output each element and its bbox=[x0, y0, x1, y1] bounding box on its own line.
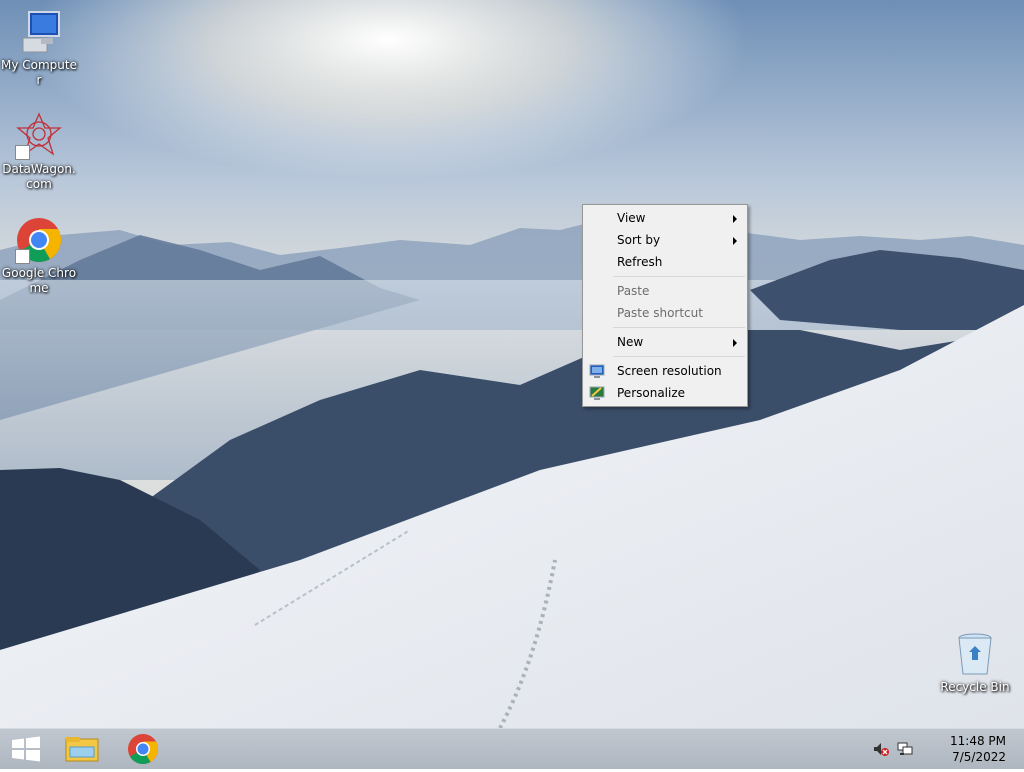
menu-item-personalize[interactable]: Personalize bbox=[583, 382, 747, 404]
clock-time: 11:48 PM bbox=[950, 734, 1006, 748]
menu-item-refresh[interactable]: Refresh bbox=[583, 251, 747, 273]
chrome-icon bbox=[128, 734, 158, 765]
menu-item-screen-resolution[interactable]: Screen resolution bbox=[583, 360, 747, 382]
desktop-icon-my-computer[interactable]: My Computer bbox=[0, 8, 78, 88]
start-button[interactable] bbox=[0, 729, 56, 769]
submenu-arrow-icon bbox=[733, 339, 737, 347]
desktop-context-menu: View Sort by Refresh Paste Paste shortcu… bbox=[582, 204, 748, 407]
shortcut-arrow-icon bbox=[15, 249, 30, 264]
personalize-icon bbox=[589, 385, 605, 401]
wallpaper bbox=[0, 0, 1024, 728]
submenu-arrow-icon bbox=[733, 215, 737, 223]
shortcut-arrow-icon bbox=[15, 145, 30, 160]
desktop-icon-datawagon[interactable]: DataWagon.com bbox=[0, 112, 78, 192]
menu-separator bbox=[613, 327, 745, 328]
volume-muted-icon[interactable] bbox=[872, 741, 890, 757]
menu-item-paste-shortcut: Paste shortcut bbox=[583, 302, 747, 324]
menu-separator bbox=[613, 276, 745, 277]
menu-item-new[interactable]: New bbox=[583, 331, 747, 353]
screen-resolution-icon bbox=[589, 363, 605, 379]
menu-item-label: Paste shortcut bbox=[617, 306, 703, 320]
taskbar-clock[interactable]: 11:48 PM 7/5/2022 bbox=[936, 733, 1006, 765]
menu-item-label: View bbox=[617, 211, 646, 225]
menu-item-sort-by[interactable]: Sort by bbox=[583, 229, 747, 251]
datawagon-icon bbox=[15, 112, 63, 160]
clock-date: 7/5/2022 bbox=[952, 750, 1006, 764]
system-tray bbox=[868, 729, 918, 769]
desktop-icon-recycle-bin[interactable]: Recycle Bin bbox=[936, 630, 1014, 695]
network-icon[interactable] bbox=[896, 741, 914, 757]
taskbar-chrome[interactable] bbox=[116, 729, 172, 769]
menu-separator bbox=[613, 356, 745, 357]
desktop[interactable]: My Computer DataWagon.com Google Chrome … bbox=[0, 0, 1024, 728]
menu-item-label: Refresh bbox=[617, 255, 663, 269]
windows-start-icon bbox=[12, 736, 40, 762]
menu-item-paste: Paste bbox=[583, 280, 747, 302]
menu-item-label: Paste bbox=[617, 284, 650, 298]
taskbar: 11:48 PM 7/5/2022 bbox=[0, 728, 1024, 769]
menu-item-label: Personalize bbox=[617, 386, 686, 400]
taskbar-file-explorer[interactable] bbox=[56, 729, 112, 769]
menu-item-label: Screen resolution bbox=[617, 364, 722, 378]
computer-icon bbox=[15, 8, 63, 56]
recycle-bin-icon bbox=[951, 630, 999, 678]
menu-item-label: New bbox=[617, 335, 644, 349]
menu-item-label: Sort by bbox=[617, 233, 661, 247]
menu-item-view[interactable]: View bbox=[583, 207, 747, 229]
desktop-icon-label: Google Chrome bbox=[1, 266, 77, 295]
desktop-icon-google-chrome[interactable]: Google Chrome bbox=[0, 216, 78, 296]
desktop-icon-label: Recycle Bin bbox=[940, 680, 1010, 694]
file-explorer-icon bbox=[65, 737, 99, 762]
submenu-arrow-icon bbox=[733, 237, 737, 245]
desktop-icon-label: DataWagon.com bbox=[2, 162, 76, 191]
chrome-icon bbox=[15, 216, 63, 264]
desktop-icon-label: My Computer bbox=[1, 58, 77, 87]
